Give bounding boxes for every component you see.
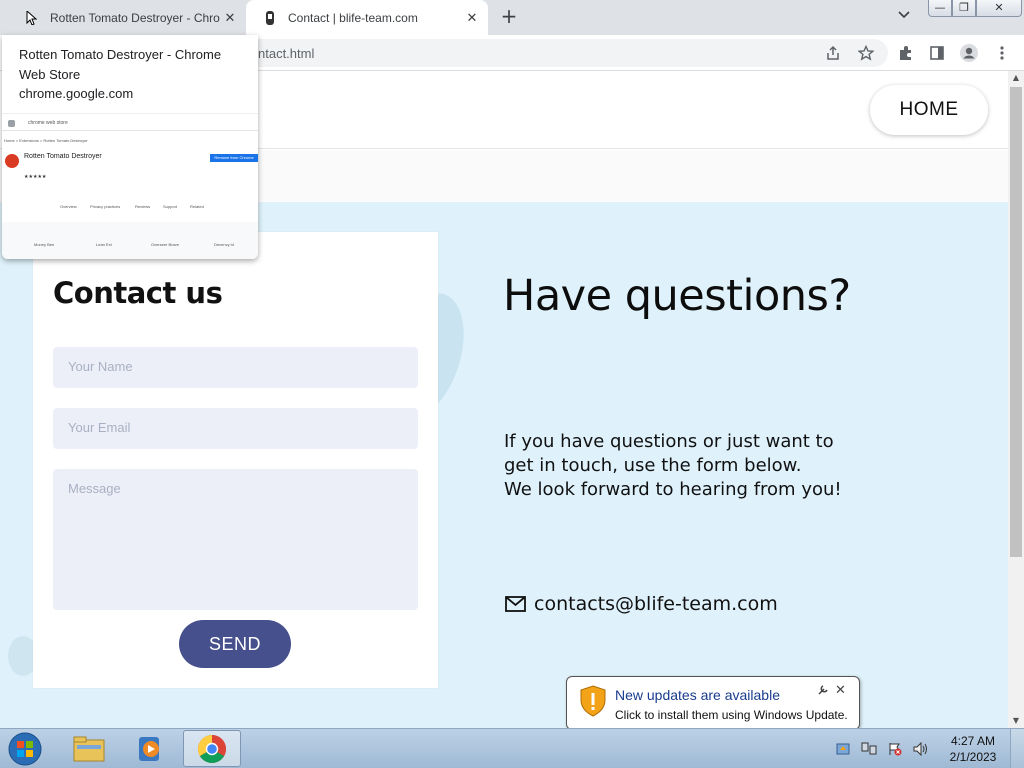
store-logo-icon — [8, 120, 15, 127]
notification-close-icon[interactable]: ✕ — [835, 683, 846, 698]
network-icon[interactable] — [860, 741, 878, 757]
windows-taskbar: 4:27 AM 2/1/2023 — [0, 728, 1024, 768]
preview-divider — [2, 130, 258, 131]
scroll-up-arrow-icon[interactable]: ▲ — [1008, 71, 1024, 85]
contact-heading: Contact us — [53, 276, 223, 310]
preview-related-item: Lean Ext — [96, 242, 112, 247]
address-bar[interactable]: ntact.html — [180, 39, 888, 67]
tab-close-icon[interactable]: ✕ — [462, 10, 482, 26]
questions-text: If you have questions or just want to ge… — [504, 430, 864, 502]
preview-breadcrumb: Home > Extensions > Rotten Tomato Destro… — [4, 138, 88, 143]
tab-chrome-web-store[interactable]: Rotten Tomato Destroyer - Chrome Web Sto… — [8, 0, 246, 35]
tab-close-icon[interactable]: ✕ — [220, 10, 240, 26]
share-icon[interactable] — [822, 43, 844, 63]
preview-store-name: chrome web store — [28, 120, 68, 126]
chrome-web-store-favicon-icon — [24, 10, 40, 26]
preview-related-item: Decency ld — [214, 242, 234, 247]
address-url: ntact.html — [258, 46, 315, 61]
profile-avatar-icon[interactable] — [958, 43, 980, 63]
system-clock[interactable]: 4:27 AM 2/1/2023 — [940, 733, 1006, 765]
start-button[interactable] — [4, 730, 46, 768]
media-player-icon — [139, 736, 159, 761]
preview-extension-name: Rotten Tomato Destroyer — [24, 153, 102, 160]
preview-remove-button: Remove from Chrome — [210, 154, 258, 162]
clock-date: 2/1/2023 — [949, 750, 997, 764]
preview-tab: Support — [163, 204, 178, 209]
taskbar-explorer[interactable] — [60, 730, 118, 767]
contact-form-card: Contact us Your Name Your Email Message … — [33, 232, 438, 688]
extensions-puzzle-icon[interactable] — [895, 43, 917, 63]
contact-email[interactable]: contacts@blife-team.com — [505, 593, 778, 615]
minimize-button[interactable]: — — [928, 0, 952, 17]
windows-logo-icon — [8, 732, 42, 766]
warning-shield-icon — [580, 685, 606, 717]
page-scrollbar[interactable]: ▲ ▼ — [1008, 71, 1024, 728]
notification-text: Click to install them using Windows Upda… — [615, 708, 848, 722]
preview-tab: Related — [190, 204, 204, 209]
scrollbar-thumb[interactable] — [1010, 87, 1022, 557]
blife-favicon-icon — [262, 10, 278, 26]
questions-heading: Have questions? — [503, 271, 851, 321]
window-controls: — ❐ ✕ — [928, 0, 1022, 18]
contact-email-text: contacts@blife-team.com — [534, 593, 778, 615]
chrome-menu-icon[interactable] — [991, 43, 1013, 63]
scroll-down-arrow-icon[interactable]: ▼ — [1008, 714, 1024, 728]
notification-options-icon[interactable] — [817, 684, 829, 699]
new-tab-button[interactable]: + — [498, 6, 520, 28]
bookmark-star-icon[interactable] — [855, 43, 877, 63]
preview-related-item: Overseer Brave — [151, 242, 180, 247]
tab-title: Rotten Tomato Destroyer - Chrome Web Sto… — [50, 10, 220, 25]
tab-title: Contact | blife-team.com — [288, 10, 418, 25]
preview-related-item: Money Bee — [34, 242, 55, 247]
show-desktop-button[interactable] — [1010, 729, 1024, 768]
preview-related-strip — [2, 222, 258, 259]
volume-icon[interactable] — [912, 741, 930, 757]
clock-time: 4:27 AM — [950, 734, 996, 748]
notification-title: New updates are available — [615, 687, 780, 703]
send-button[interactable]: SEND — [179, 620, 291, 668]
action-center-flag-icon[interactable] — [886, 741, 904, 757]
taskbar-media-player[interactable] — [121, 730, 179, 767]
windows-update-tray-icon[interactable] — [834, 741, 852, 757]
preview-tab: Reviews — [135, 204, 151, 209]
home-button[interactable]: HOME — [870, 85, 988, 135]
name-field[interactable]: Your Name — [53, 347, 418, 388]
preview-tab: Overview — [60, 204, 77, 209]
chrome-logo-icon — [198, 734, 226, 763]
tomato-logo-icon — [5, 154, 19, 168]
message-field[interactable]: Message — [53, 469, 418, 610]
side-panel-icon[interactable] — [926, 43, 948, 63]
hover-card-title: Rotten Tomato Destroyer - Chrome Web Sto… — [19, 47, 222, 82]
update-notification[interactable]: New updates are available Click to insta… — [566, 676, 860, 743]
tab-hover-card: Rotten Tomato Destroyer - Chrome Web Sto… — [2, 35, 258, 259]
questions-line: get in touch, use the form below. — [504, 455, 802, 476]
taskbar-chrome[interactable] — [183, 730, 241, 767]
email-field[interactable]: Your Email — [53, 408, 418, 449]
tab-search-icon[interactable] — [894, 8, 914, 26]
preview-tab: Privacy practices — [90, 204, 121, 209]
tab-strip: Rotten Tomato Destroyer - Chrome Web Sto… — [0, 0, 1024, 35]
preview-rating-stars-icon: ★★★★★ — [24, 174, 47, 180]
folder-icon — [73, 736, 105, 761]
tab-preview-thumbnail: chrome web store Home > Extensions > Rot… — [2, 113, 258, 259]
system-tray — [834, 729, 938, 768]
tab-contact[interactable]: Contact | blife-team.com ✕ — [246, 0, 488, 35]
questions-line: If you have questions or just want to — [504, 431, 834, 452]
questions-line: We look forward to hearing from you! — [504, 479, 842, 500]
hover-card-domain: chrome.google.com — [19, 86, 134, 101]
close-window-button[interactable]: ✕ — [976, 0, 1022, 17]
restore-button[interactable]: ❐ — [952, 0, 976, 17]
mail-icon — [505, 596, 526, 612]
